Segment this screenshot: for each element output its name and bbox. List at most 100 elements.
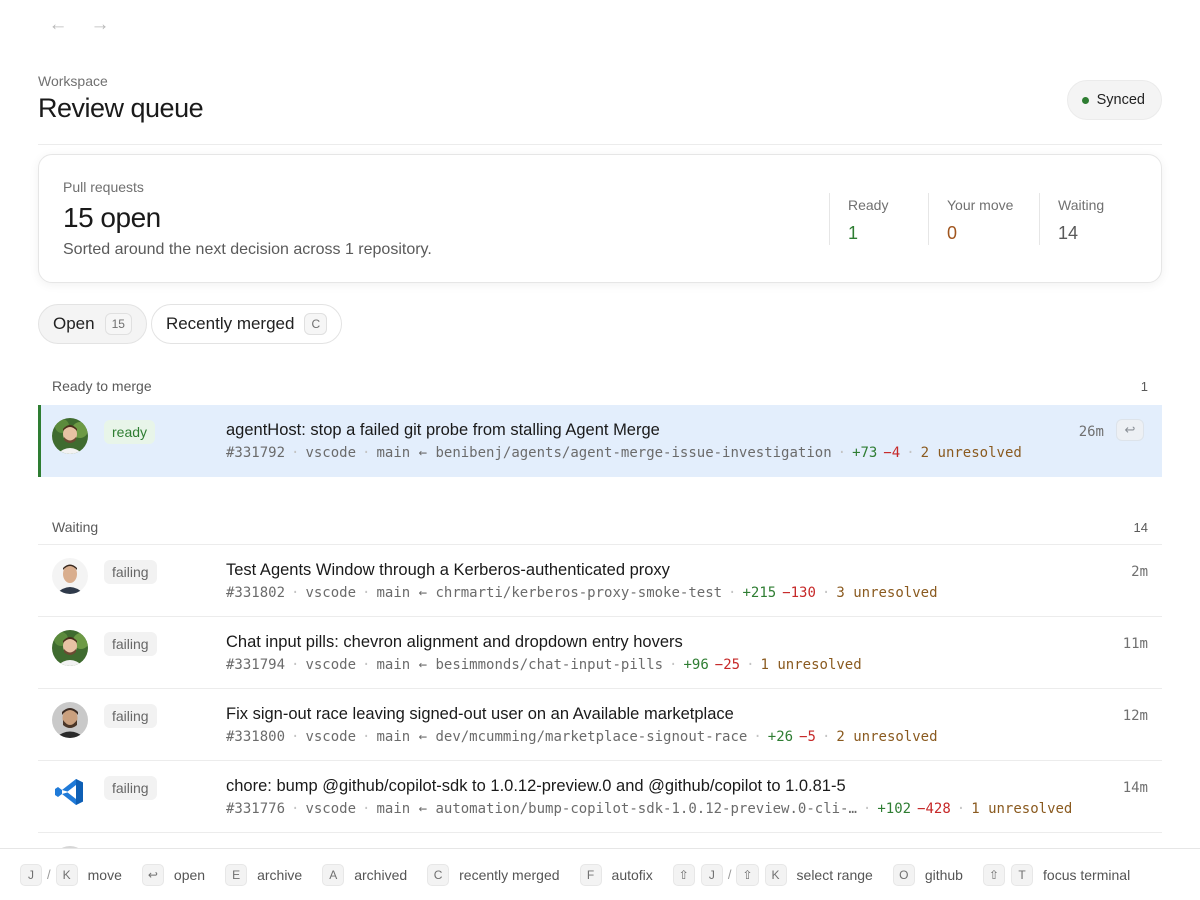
pr-additions: +96 — [683, 657, 709, 673]
key-j: J — [20, 863, 42, 886]
queue-tabs: Open 15 Recently merged C — [38, 304, 343, 344]
pr-deletions: −25 — [714, 657, 741, 673]
pr-meta: #331802 · vscode · main ← chrmarti/kerberos-… — [226, 585, 938, 601]
pr-number: #331802 — [226, 585, 286, 601]
back-arrow-icon[interactable]: ← — [46, 12, 70, 38]
pr-meta: #331776 · vscode · main ← automation/bump-co… — [226, 801, 1073, 817]
avatar — [52, 418, 88, 454]
tab-open[interactable]: Open 15 — [38, 304, 147, 344]
open-return-icon[interactable]: ↩ — [1116, 419, 1144, 441]
pr-row[interactable]: failing chore: bump @github/copilot-sdk … — [38, 761, 1162, 833]
key-j: J — [700, 863, 723, 886]
tab-open-label: Open — [53, 314, 95, 333]
key-t: T — [1011, 863, 1034, 886]
forward-arrow-icon[interactable]: → — [88, 12, 112, 38]
pr-additions: +215 — [742, 585, 777, 601]
key-e: E — [225, 863, 248, 886]
return-key-icon: ↩ — [141, 863, 164, 886]
pr-title: Test Agents Window through a Kerberos-au… — [226, 561, 670, 579]
workspace-label: Workspace — [38, 73, 108, 89]
pr-branch: main ← automation/bump-copilot-sdk-1.0.1… — [376, 801, 857, 817]
pr-deletions: −130 — [782, 585, 816, 601]
hint-archive: archive — [257, 866, 303, 883]
avatar — [52, 558, 88, 594]
pr-repo: vscode — [305, 445, 357, 461]
key-f: F — [579, 863, 602, 886]
pull-request-summary-card: Pull requests 15 open Sorted around the … — [38, 154, 1162, 283]
pr-additions: +73 — [852, 445, 878, 461]
page-title: Review queue — [38, 93, 204, 123]
vscode-logo-icon — [52, 774, 88, 810]
pr-age: 26m — [1078, 424, 1104, 440]
pr-meta: #331800 · vscode · main ← dev/mcumming/marke… — [226, 729, 938, 745]
hint-move: move — [87, 866, 122, 883]
tab-open-count: 15 — [104, 313, 132, 335]
stat-your-move-label: Your move — [947, 197, 1014, 213]
pr-age: 2m — [1131, 564, 1148, 580]
hint-focus-terminal: focus terminal — [1043, 866, 1131, 883]
shift-key-icon: ⇧ — [736, 863, 759, 886]
status-badge: failing — [104, 632, 157, 656]
pr-branch: main ← chrmarti/kerberos-proxy-smoke-tes… — [376, 585, 723, 601]
sync-status-label: Synced — [1096, 92, 1145, 108]
avatar — [52, 702, 88, 738]
sync-dot-icon — [1081, 96, 1089, 104]
pr-title: chore: bump @github/copilot-sdk to 1.0.1… — [226, 777, 846, 795]
hint-select-range: select range — [796, 866, 873, 883]
key-k: K — [55, 863, 78, 886]
pr-branch: main ← dev/mcumming/marketplace-signout-… — [376, 729, 748, 745]
pr-unresolved: 2 unresolved — [920, 445, 1022, 461]
key-o: O — [892, 863, 915, 886]
pr-age: 11m — [1122, 636, 1148, 652]
pr-number: #331792 — [226, 445, 286, 461]
pr-branch: main ← besimmonds/chat-input-pills — [376, 657, 664, 673]
pr-unresolved: 1 unresolved — [760, 657, 862, 673]
stat-your-move-value: 0 — [947, 223, 958, 243]
tab-recently-merged[interactable]: Recently merged C — [150, 304, 343, 344]
section-title: Waiting — [52, 519, 99, 535]
pr-unresolved: 3 unresolved — [836, 585, 938, 601]
shift-key-icon: ⇧ — [672, 863, 695, 886]
pr-branch: main ← benibenj/agents/agent-merge-issue… — [376, 445, 832, 461]
section-title: Ready to merge — [52, 378, 152, 394]
avatar — [52, 630, 88, 666]
pr-row[interactable]: ready agentHost: stop a failed git probe… — [38, 405, 1162, 477]
pr-repo: vscode — [305, 585, 357, 601]
section-ready-to-merge-header: Ready to merge 1 — [38, 371, 1162, 401]
status-badge: ready — [104, 420, 156, 444]
status-badge: failing — [104, 704, 157, 728]
summary-description: Sorted around the next decision across 1… — [63, 241, 432, 258]
pr-row[interactable]: failing Fix sign-out race leaving signed… — [38, 689, 1162, 761]
page-header: Workspace Review queue Synced — [38, 73, 1162, 145]
stat-your-move: Your move 0 — [928, 193, 1039, 245]
pr-title: agentHost: stop a failed git probe from … — [226, 421, 660, 439]
hint-recently-merged: recently merged — [459, 866, 560, 883]
status-badge: failing — [104, 776, 157, 800]
pr-deletions: −4 — [883, 445, 901, 461]
key-k: K — [764, 863, 787, 886]
summary-stats: Ready 1 Your move 0 Waiting 14 — [829, 193, 1139, 245]
pr-additions: +26 — [767, 729, 794, 745]
pr-deletions: −5 — [799, 729, 816, 745]
stat-ready: Ready 1 — [829, 193, 928, 245]
avatar — [52, 774, 88, 810]
key-a: A — [322, 863, 345, 886]
pr-number: #331800 — [226, 729, 286, 745]
pr-unresolved: 1 unresolved — [971, 801, 1073, 817]
section-count: 14 — [1133, 519, 1148, 535]
tab-recently-merged-shortcut: C — [304, 313, 328, 335]
pr-row-partial[interactable] — [38, 833, 1162, 882]
section-count: 1 — [1140, 378, 1148, 394]
history-nav: ← → — [46, 12, 112, 38]
hint-open: open — [173, 866, 206, 883]
pr-row[interactable]: failing Chat input pills: chevron alignm… — [38, 617, 1162, 689]
shortcut-bar: J / K move ↩ open E archive A archived C r… — [0, 848, 1200, 900]
pr-age: 12m — [1122, 708, 1148, 724]
pr-meta: #331792 · vscode · main ← benibenj/agents/ag… — [226, 445, 1022, 461]
hint-archived: archived — [354, 866, 408, 883]
sync-status-badge[interactable]: Synced — [1066, 80, 1162, 120]
pr-row[interactable]: failing Test Agents Window through a Ker… — [38, 545, 1162, 617]
pr-deletions: −428 — [917, 801, 951, 817]
section-waiting-header: Waiting 14 — [38, 510, 1162, 545]
pr-title: Fix sign-out race leaving signed-out use… — [226, 705, 734, 723]
